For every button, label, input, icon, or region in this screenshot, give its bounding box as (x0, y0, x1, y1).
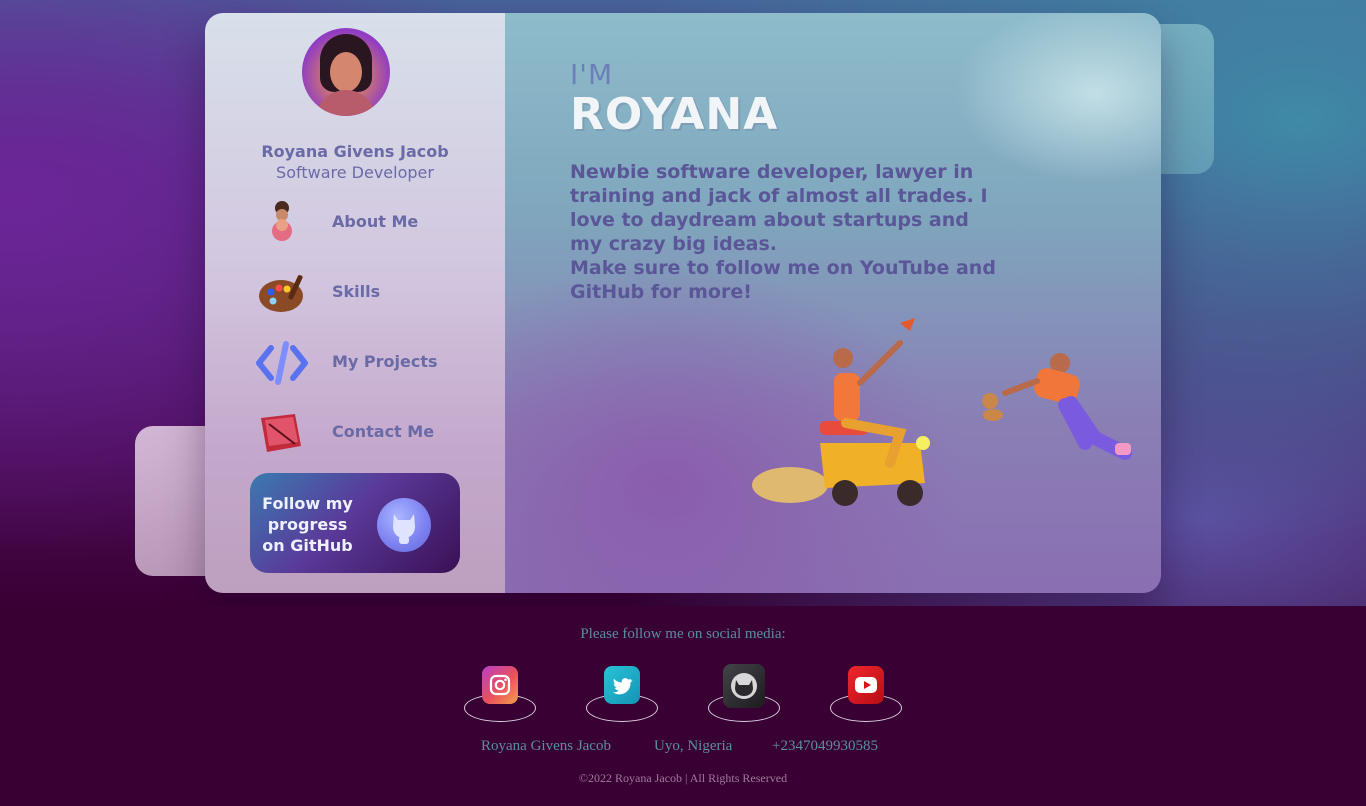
footer: Please follow me on social media: Royana… (0, 606, 1366, 806)
bio-cta: Make sure to follow me on YouTube and Gi… (570, 257, 996, 303)
twitter-icon (604, 666, 640, 704)
github-link[interactable] (707, 664, 781, 724)
nav-my-projects[interactable]: My Projects (255, 338, 475, 388)
nav-skills[interactable]: Skills (255, 268, 475, 318)
github-cat-icon (377, 498, 431, 552)
instagram-icon (482, 666, 518, 704)
nav-about-me[interactable]: About Me (255, 198, 475, 248)
main-panel: I'M ROYANA Newbie software developer, la… (505, 13, 1161, 593)
nav-label-about-me: About Me (332, 212, 419, 231)
code-brackets-icon (256, 341, 308, 385)
paint-palette-icon (259, 275, 303, 312)
github-icon (723, 664, 765, 708)
person-figure-icon (272, 201, 292, 241)
avatar (302, 28, 390, 116)
footer-contact-name: Royana Givens Jacob (481, 738, 611, 754)
footer-location: Uyo, Nigeria (654, 738, 733, 754)
scooter-illustration (752, 318, 930, 506)
flying-person-illustration (982, 353, 1132, 460)
github-follow-label: Follow my progress on GitHub (262, 494, 353, 555)
profile-card: Royana Givens Jacob Software Developer A… (205, 13, 1161, 593)
copyright: ©2022 Royana Jacob | All Rights Reserved (578, 771, 788, 785)
nav-label-my-projects: My Projects (332, 352, 438, 371)
nav-label-skills: Skills (332, 282, 381, 301)
nav-contact-me[interactable]: Contact Me (255, 408, 475, 458)
notebook-icon (261, 414, 301, 452)
nav-label-contact-me: Contact Me (332, 422, 435, 441)
youtube-link[interactable] (829, 664, 903, 724)
github-follow-button[interactable]: Follow my progress on GitHub (250, 473, 460, 573)
intro-label: I'M (570, 58, 614, 91)
follow-prompt: Please follow me on social media: (580, 626, 786, 642)
footer-phone: +2347049930585 (772, 738, 878, 754)
bio-text: Newbie software developer, lawyer in tra… (570, 161, 988, 255)
sidebar: Royana Givens Jacob Software Developer A… (205, 13, 505, 593)
profile-name: Royana Givens Jacob (261, 142, 449, 161)
profile-role: Software Developer (276, 163, 434, 182)
bio: Newbie software developer, lawyer in tra… (570, 160, 1000, 304)
twitter-link[interactable] (585, 664, 659, 724)
hero-name: ROYANA (570, 89, 779, 140)
instagram-link[interactable] (463, 664, 537, 724)
youtube-icon (848, 666, 884, 704)
